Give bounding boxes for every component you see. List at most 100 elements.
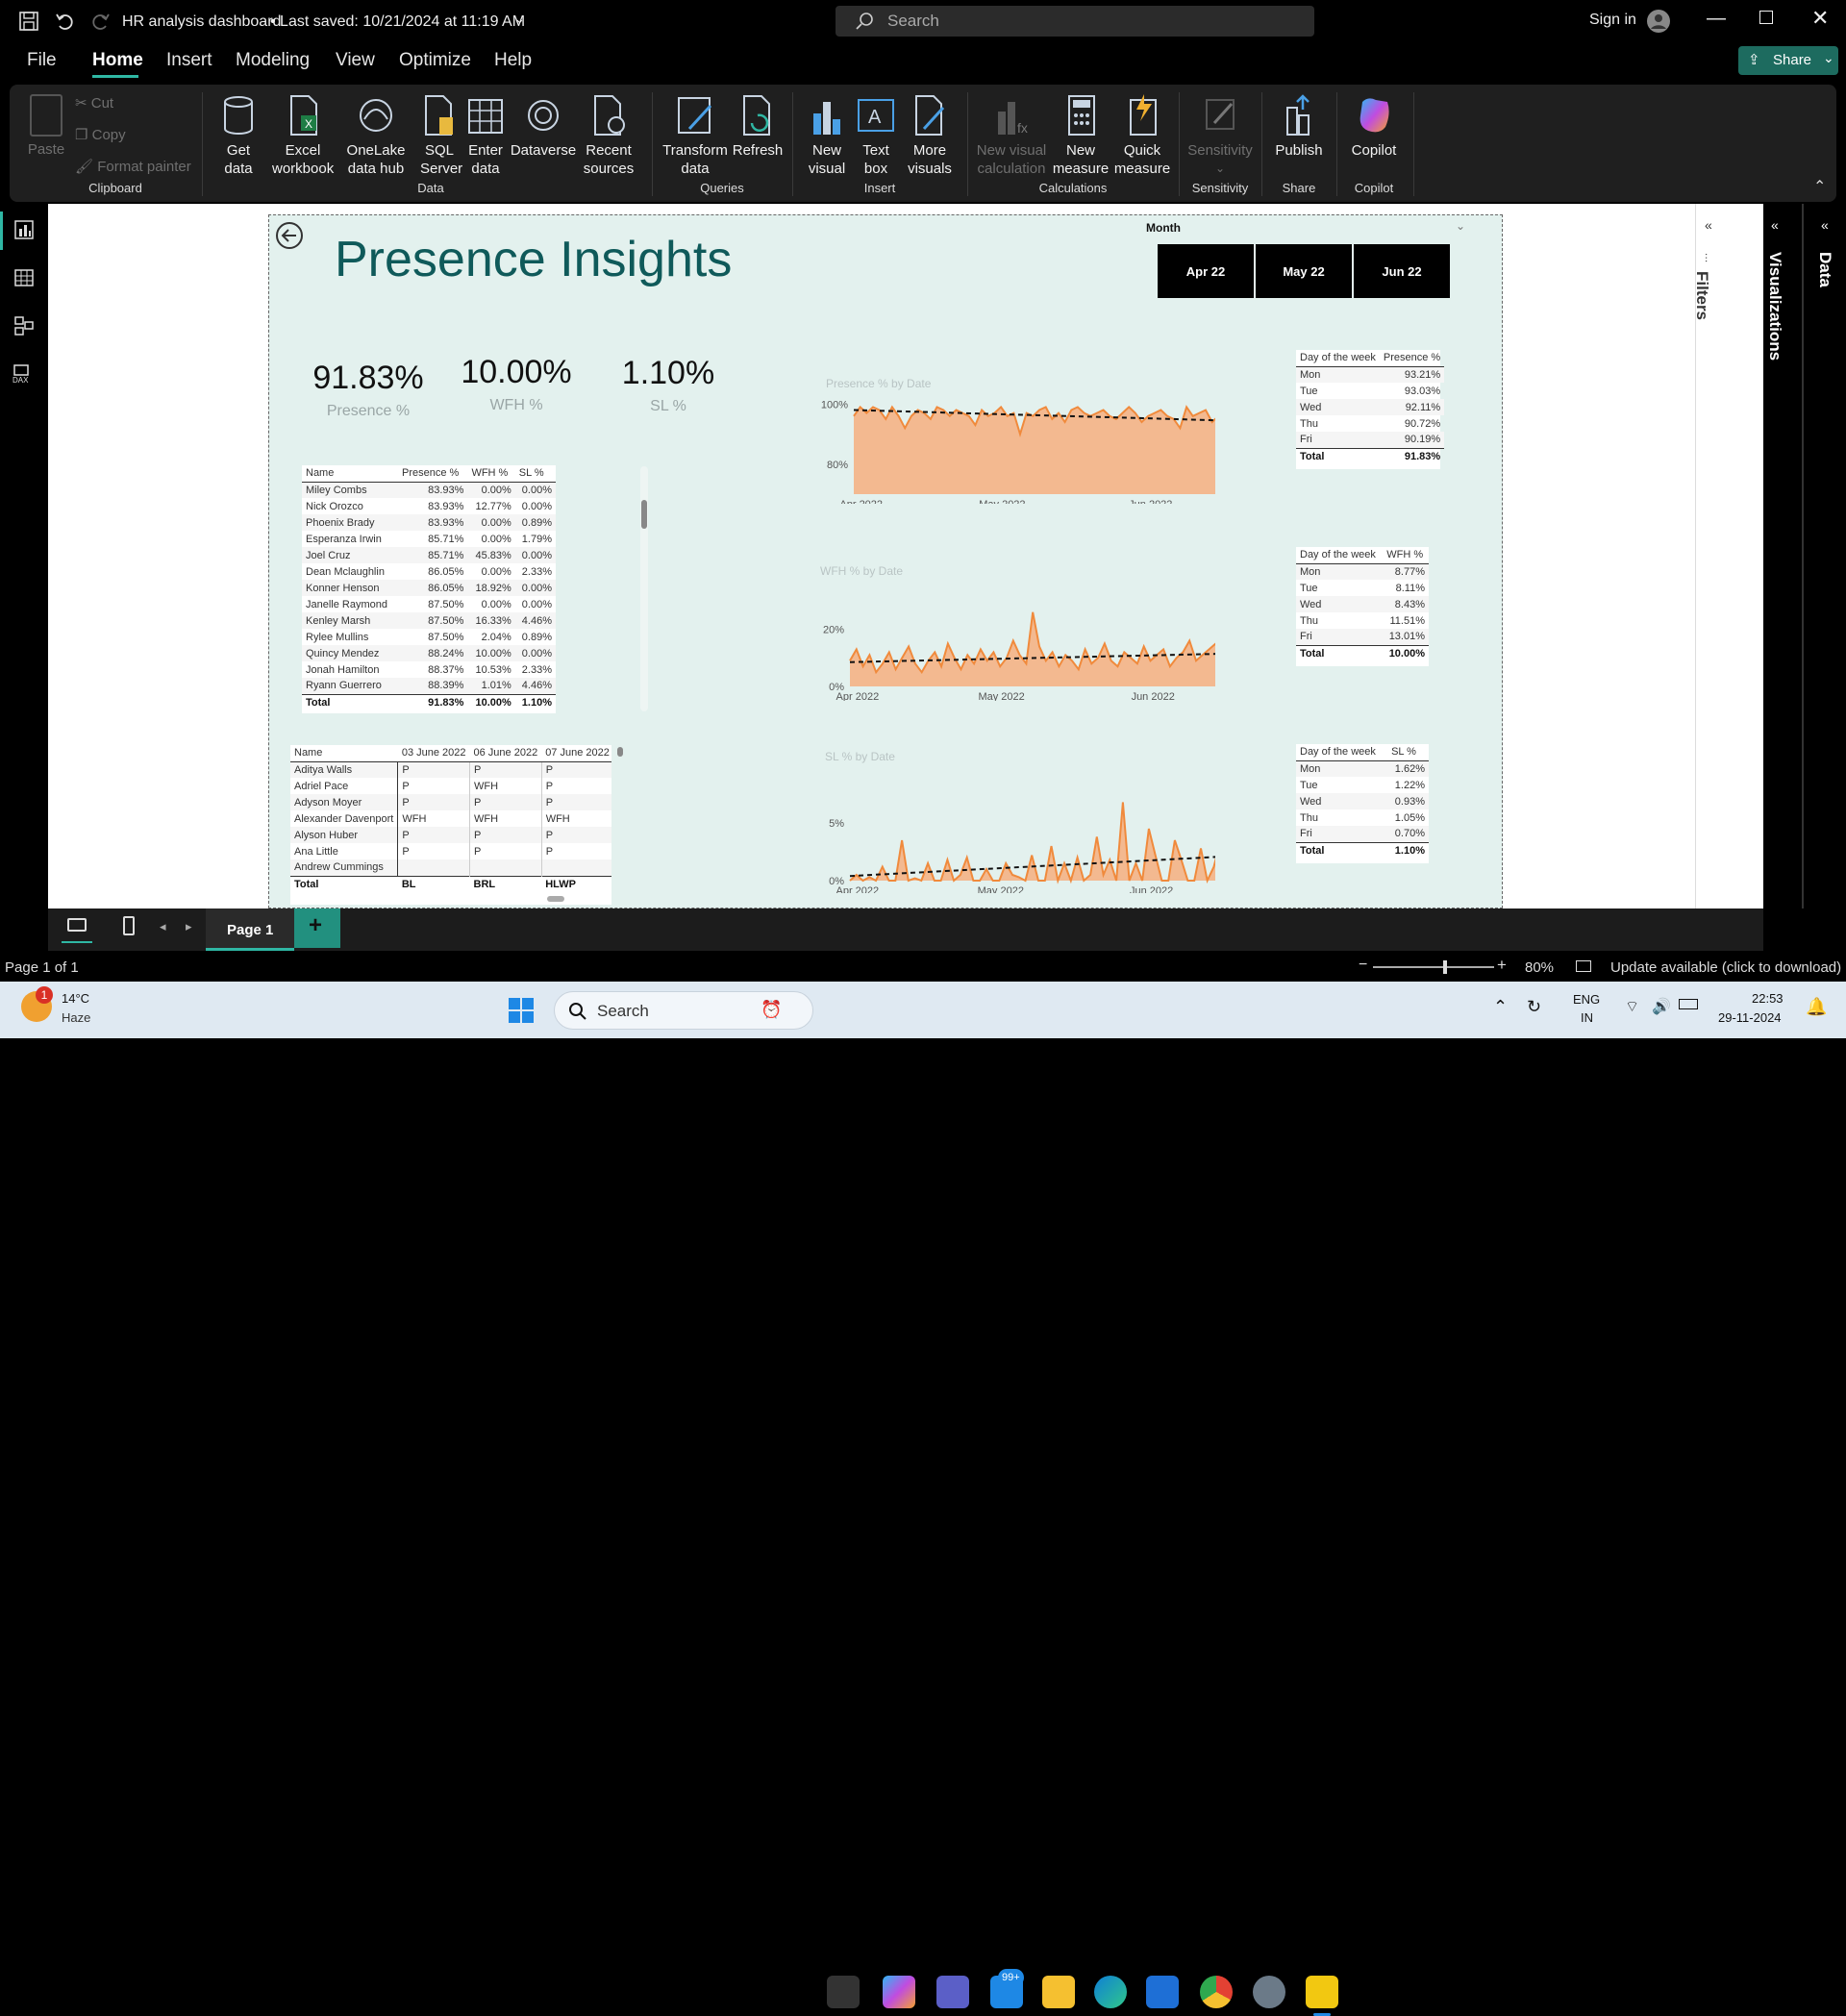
file-explorer-icon[interactable]: [1042, 1976, 1075, 2008]
dow-presence-table[interactable]: Day of the week Presence % Mon 93.21% Tue 93.…: [1296, 350, 1445, 469]
fit-to-page-icon[interactable]: [1576, 960, 1591, 972]
settings-icon[interactable]: [1253, 1976, 1285, 2008]
month-button-may[interactable]: May 22: [1256, 244, 1352, 298]
menu-help[interactable]: Help: [494, 50, 532, 71]
publish-button[interactable]: Publish: [1267, 94, 1331, 160]
dataverse-button[interactable]: Dataverse: [508, 94, 579, 160]
table-row[interactable]: Mon 8.77%: [1296, 563, 1429, 580]
paste-button[interactable]: Paste: [19, 94, 73, 159]
menu-view[interactable]: View: [336, 50, 375, 71]
maximize-button[interactable]: [1759, 11, 1773, 24]
month-button-apr[interactable]: Apr 22: [1158, 244, 1254, 298]
wifi-icon[interactable]: ⌔: [1625, 997, 1639, 1016]
onelake-data-hub-button[interactable]: OneLake data hub: [337, 94, 415, 178]
new-measure-button[interactable]: New measure: [1050, 94, 1111, 178]
chevron-left-icon[interactable]: «: [1771, 217, 1779, 233]
minimize-button[interactable]: —: [1707, 8, 1726, 30]
windows-start-icon[interactable]: [508, 997, 535, 1024]
zoom-in-button[interactable]: +: [1497, 956, 1507, 975]
volume-icon[interactable]: 🔊: [1652, 997, 1671, 1016]
table-row[interactable]: Wed 0.93%: [1296, 793, 1429, 809]
refresh-button[interactable]: Refresh: [731, 94, 785, 160]
table-row[interactable]: Mon 1.62%: [1296, 760, 1429, 777]
chevron-left-icon[interactable]: «: [1821, 217, 1829, 233]
teams-icon[interactable]: [936, 1976, 969, 2008]
table-row[interactable]: Ana Little P P P: [290, 843, 611, 859]
filters-pane[interactable]: « ⫶ Filters: [1693, 204, 1723, 908]
horizontal-scrollbar-thumb[interactable]: [547, 896, 564, 902]
recent-sources-button[interactable]: Recent sources: [577, 94, 640, 178]
zoom-slider[interactable]: [1373, 960, 1494, 974]
table-row[interactable]: Tue 93.03%: [1296, 383, 1444, 399]
vscode-icon[interactable]: [1146, 1976, 1179, 2008]
employee-presence-table[interactable]: Name Presence % WFH % SL % Miley Combs 83.93%…: [302, 465, 556, 713]
table-row[interactable]: Quincy Mendez 88.24% 10.00% 0.00%: [302, 645, 556, 661]
table-row[interactable]: Konner Henson 86.05% 18.92% 0.00%: [302, 580, 556, 596]
desktop-layout-button[interactable]: [62, 914, 92, 943]
text-box-button[interactable]: A Text box: [854, 94, 898, 178]
previous-page-icon[interactable]: ◂: [160, 919, 166, 934]
table-row[interactable]: Joel Cruz 85.71% 45.83% 0.00%: [302, 547, 556, 563]
table-row[interactable]: Alyson Huber P P P: [290, 827, 611, 843]
menu-file[interactable]: File: [27, 50, 57, 71]
table-row[interactable]: Thu 90.72%: [1296, 415, 1444, 432]
chevron-left-icon[interactable]: «: [1705, 217, 1712, 233]
table-row[interactable]: Fri 90.19%: [1296, 432, 1445, 448]
chevron-down-icon[interactable]: ⌄: [514, 12, 525, 27]
task-view-icon[interactable]: [827, 1976, 860, 2008]
quick-measure-button[interactable]: Quick measure: [1111, 94, 1173, 178]
power-bi-icon[interactable]: [1306, 1976, 1338, 2008]
more-visuals-button[interactable]: More visuals: [900, 94, 960, 178]
sl-area-chart[interactable]: 0%5%Apr 2022 May 2022 Jun 2022: [811, 773, 1215, 893]
zoom-out-button[interactable]: −: [1359, 957, 1367, 974]
zoom-slider-thumb[interactable]: [1443, 960, 1447, 974]
new-visual-button[interactable]: New visual: [800, 94, 854, 178]
sql-server-button[interactable]: SQL Server: [415, 94, 463, 178]
battery-icon[interactable]: [1679, 999, 1698, 1009]
menu-insert[interactable]: Insert: [166, 50, 212, 71]
table-view-icon[interactable]: [13, 267, 35, 288]
back-arrow-icon[interactable]: [275, 221, 304, 250]
scrollbar-thumb[interactable]: [617, 747, 623, 757]
enter-data-button[interactable]: Enter data: [463, 94, 508, 178]
new-visual-calculation-button[interactable]: fx New visual calculation: [973, 94, 1050, 178]
attendance-matrix-table[interactable]: Name 03 June 2022 06 June 2022 07 June 2022…: [290, 745, 611, 905]
get-data-button[interactable]: Get data: [210, 94, 267, 178]
table-row[interactable]: Jonah Hamilton 88.37% 10.53% 2.33%: [302, 661, 556, 678]
table-row[interactable]: Miley Combs 83.93% 0.00% 0.00%: [302, 482, 556, 498]
copy-button[interactable]: ❐ Copy: [75, 126, 126, 144]
notification-bell-icon[interactable]: 🔔: [1806, 997, 1827, 1017]
excel-workbook-button[interactable]: X Excel workbook: [269, 94, 337, 178]
sign-in-link[interactable]: Sign in: [1589, 12, 1636, 29]
clock-date[interactable]: 29-11-2024: [1718, 1010, 1782, 1025]
menu-home[interactable]: Home: [92, 50, 143, 71]
show-hidden-icons[interactable]: ⌃: [1493, 997, 1508, 1017]
table-row[interactable]: Ryann Guerrero 88.39% 1.01% 4.46%: [302, 678, 556, 694]
format-painter-button[interactable]: 🖌 Format painter: [75, 158, 191, 176]
table-row[interactable]: Fri 0.70%: [1296, 826, 1429, 842]
table-scrollbar[interactable]: [640, 466, 648, 711]
language-code[interactable]: ENG: [1573, 992, 1600, 1007]
copilot-button[interactable]: Copilot: [1342, 94, 1406, 160]
table-row[interactable]: Nick Orozco 83.93% 12.77% 0.00%: [302, 498, 556, 514]
undo-icon[interactable]: [54, 11, 75, 32]
cut-button[interactable]: ✂ Cut: [75, 94, 113, 112]
dow-wfh-table[interactable]: Day of the week WFH % Mon 8.77% Tue 8.11% Wed 8…: [1296, 547, 1429, 666]
data-pane-tab[interactable]: Data: [1815, 252, 1834, 287]
table-row[interactable]: Kenley Marsh 87.50% 16.33% 4.46%: [302, 612, 556, 629]
collapse-ribbon-icon[interactable]: ⌃: [1813, 177, 1826, 196]
table-row[interactable]: Aditya Walls P P P: [290, 761, 611, 778]
table-row[interactable]: Phoenix Brady 83.93% 0.00% 0.89%: [302, 514, 556, 531]
chrome-icon[interactable]: [1200, 1976, 1233, 2008]
edge-icon[interactable]: [1094, 1976, 1127, 2008]
save-icon[interactable]: [18, 11, 39, 32]
table-row[interactable]: Mon 93.21%: [1296, 366, 1445, 383]
table-row[interactable]: Thu 1.05%: [1296, 809, 1429, 826]
avatar[interactable]: [1646, 9, 1671, 34]
mobile-layout-button[interactable]: [123, 916, 135, 935]
scrollbar-thumb[interactable]: [641, 500, 647, 529]
transform-data-button[interactable]: Transform data: [660, 94, 731, 178]
redo-icon[interactable]: [90, 11, 112, 32]
table-row[interactable]: Janelle Raymond 87.50% 0.00% 0.00%: [302, 596, 556, 612]
month-button-jun[interactable]: Jun 22: [1354, 244, 1450, 298]
